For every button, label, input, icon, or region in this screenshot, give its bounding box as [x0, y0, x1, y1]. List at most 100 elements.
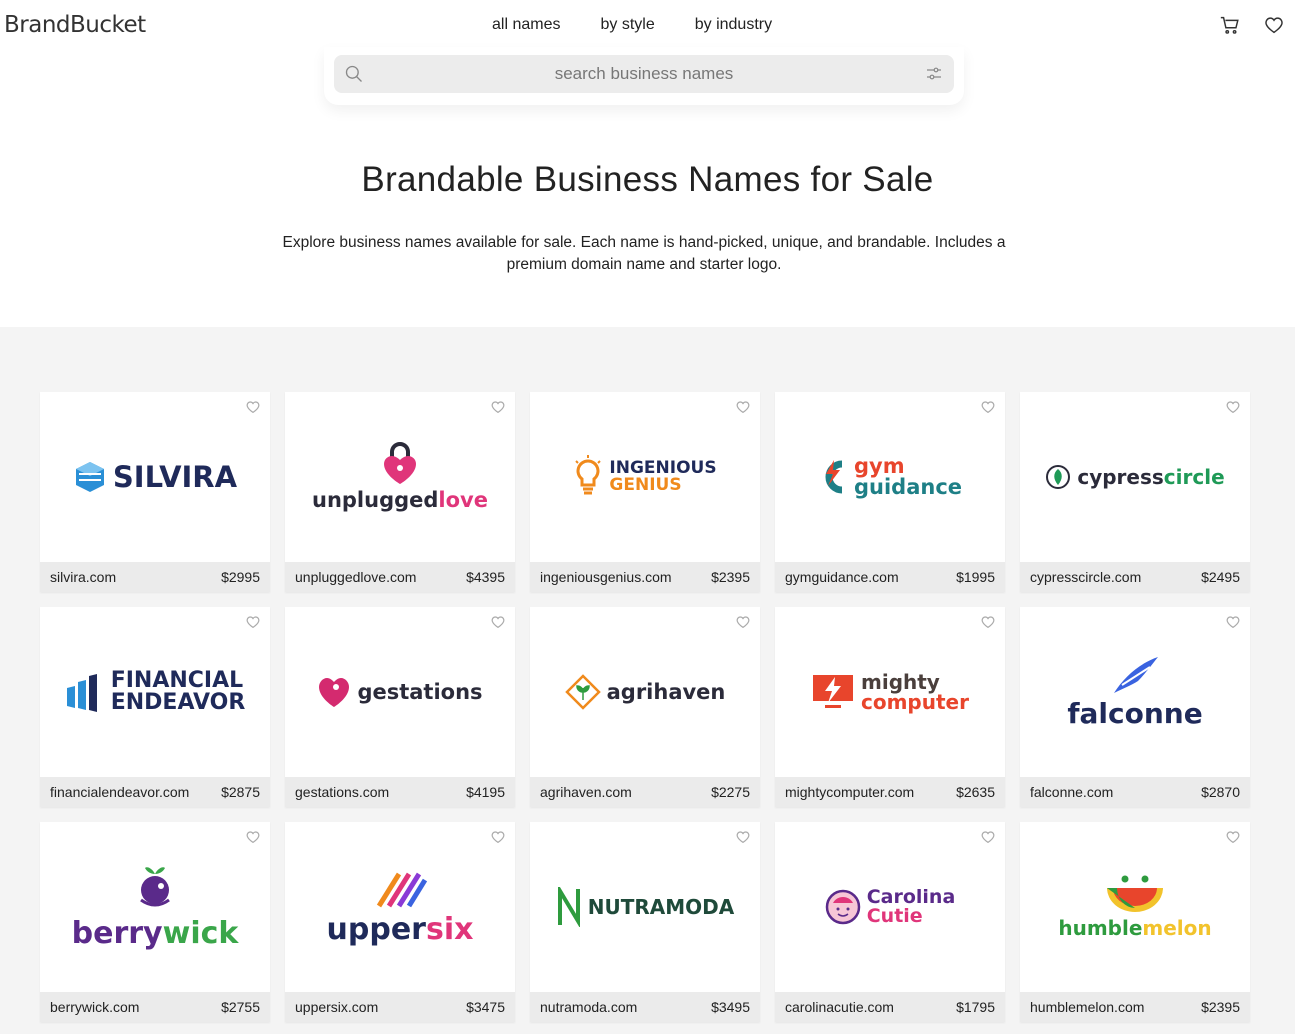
name-card[interactable]: INGENIOUS GENIUS ingeniousgenius.com $23… — [530, 392, 760, 592]
logo-text: gym — [853, 454, 905, 478]
name-card[interactable]: unpluggedlove unpluggedlove.com $4395 — [285, 392, 515, 592]
logo-area[interactable]: mighty computer — [775, 607, 1005, 777]
name-card[interactable]: NUTRAMODA nutramoda.com $3495 — [530, 822, 760, 1022]
starter-logo: falconne — [1067, 655, 1203, 730]
logo-text-2: guidance — [853, 475, 963, 499]
monitor-bolt-icon — [811, 673, 855, 711]
favorite-heart-icon[interactable] — [980, 614, 996, 630]
price: $4395 — [466, 569, 505, 585]
name-card[interactable]: SILVIRA silvira.com $2995 — [40, 392, 270, 592]
favorite-heart-icon[interactable] — [1225, 399, 1241, 415]
name-grid: SILVIRA silvira.com $2995 unpluggedlove … — [40, 392, 1250, 1022]
domain-name[interactable]: humblemelon.com — [1030, 999, 1144, 1015]
name-card[interactable]: uppersix uppersix.com $3475 — [285, 822, 515, 1022]
logo-area[interactable]: NUTRAMODA — [530, 822, 760, 992]
logo-area[interactable]: SILVIRA — [40, 392, 270, 562]
logo-area[interactable]: falconne — [1020, 607, 1250, 777]
logo-area[interactable]: cypresscircle — [1020, 392, 1250, 562]
favorite-heart-icon[interactable] — [735, 829, 751, 845]
nav-by-style[interactable]: by style — [600, 16, 654, 34]
favorite-heart-icon[interactable] — [735, 399, 751, 415]
domain-name[interactable]: cypresscircle.com — [1030, 569, 1141, 585]
logo-area[interactable]: humblemelon — [1020, 822, 1250, 992]
price: $2395 — [711, 569, 750, 585]
nav-all-names[interactable]: all names — [492, 16, 560, 34]
name-card[interactable]: gestations gestations.com $4195 — [285, 607, 515, 807]
heart-figure-icon — [317, 676, 351, 708]
logo-area[interactable]: INGENIOUS GENIUS — [530, 392, 760, 562]
domain-name[interactable]: ingeniousgenius.com — [540, 569, 672, 585]
name-card[interactable]: cypresscircle cypresscircle.com $2495 — [1020, 392, 1250, 592]
name-card[interactable]: humblemelon humblemelon.com $2395 — [1020, 822, 1250, 1022]
favorite-heart-icon[interactable] — [980, 829, 996, 845]
logo-text-2: love — [438, 488, 488, 512]
name-card[interactable]: mighty computer mightycomputer.com $2635 — [775, 607, 1005, 807]
logo-area[interactable]: Carolina Cutie — [775, 822, 1005, 992]
domain-name[interactable]: silvira.com — [50, 569, 116, 585]
name-card[interactable]: Carolina Cutie carolinacutie.com $1795 — [775, 822, 1005, 1022]
domain-name[interactable]: agrihaven.com — [540, 784, 632, 800]
starter-logo: SILVIRA — [73, 460, 237, 494]
favorite-heart-icon[interactable] — [490, 829, 506, 845]
name-card[interactable]: gym guidance gymguidance.com $1995 — [775, 392, 1005, 592]
brand-logo[interactable]: BrandBucket — [4, 12, 146, 38]
logo-text: upper — [326, 911, 426, 947]
favorite-heart-icon[interactable] — [490, 399, 506, 415]
logo-text-2: ENDEAVOR — [110, 690, 246, 715]
nav-by-industry[interactable]: by industry — [695, 16, 772, 34]
card-footer: unpluggedlove.com $4395 — [285, 562, 515, 592]
logo-area[interactable]: berrywick — [40, 822, 270, 992]
favorite-heart-icon[interactable] — [245, 399, 261, 415]
favorite-heart-icon[interactable] — [1225, 829, 1241, 845]
page-description: Explore business names available for sal… — [282, 234, 1006, 273]
search-input[interactable] — [334, 55, 954, 93]
domain-name[interactable]: financialendeavor.com — [50, 784, 189, 800]
name-card[interactable]: FINANCIAL ENDEAVOR financialendeavor.com… — [40, 607, 270, 807]
heart-lock-icon — [380, 442, 420, 486]
card-footer: silvira.com $2995 — [40, 562, 270, 592]
starter-logo: berrywick — [71, 864, 238, 951]
name-card[interactable]: falconne falconne.com $2870 — [1020, 607, 1250, 807]
logo-text: berry — [71, 915, 163, 951]
domain-name[interactable]: gestations.com — [295, 784, 389, 800]
logo-area[interactable]: FINANCIAL ENDEAVOR — [40, 607, 270, 777]
domain-name[interactable]: falconne.com — [1030, 784, 1113, 800]
favorite-heart-icon[interactable] — [490, 614, 506, 630]
favorite-heart-icon[interactable] — [245, 829, 261, 845]
domain-name[interactable]: nutramoda.com — [540, 999, 637, 1015]
logo-text: falconne — [1067, 696, 1203, 730]
domain-name[interactable]: mightycomputer.com — [785, 784, 914, 800]
price: $4195 — [466, 784, 505, 800]
domain-name[interactable]: berrywick.com — [50, 999, 139, 1015]
logo-area[interactable]: uppersix — [285, 822, 515, 992]
domain-name[interactable]: unpluggedlove.com — [295, 569, 416, 585]
cart-icon[interactable] — [1219, 14, 1241, 36]
logo-text: cypress — [1077, 465, 1164, 489]
logo-area[interactable]: gym guidance — [775, 392, 1005, 562]
favorite-heart-icon[interactable] — [980, 399, 996, 415]
logo-text: NUTRAMODA — [587, 895, 735, 919]
price: $2495 — [1201, 569, 1240, 585]
logo-text-2: GENIUS — [609, 475, 682, 495]
logo-area[interactable]: agrihaven — [530, 607, 760, 777]
starter-logo: Carolina Cutie — [825, 888, 955, 926]
favorite-heart-icon[interactable] — [735, 614, 751, 630]
logo-text-2: computer — [861, 690, 969, 714]
wing-icon — [1110, 655, 1160, 695]
starter-logo: agrihaven — [564, 674, 726, 710]
logo-area[interactable]: unpluggedlove — [285, 392, 515, 562]
domain-name[interactable]: uppersix.com — [295, 999, 378, 1015]
filter-icon[interactable] — [926, 66, 942, 82]
name-card[interactable]: agrihaven agrihaven.com $2275 — [530, 607, 760, 807]
face-icon — [825, 889, 861, 925]
favorite-heart-icon[interactable] — [1225, 614, 1241, 630]
logo-text: agrihaven — [606, 680, 726, 704]
name-card[interactable]: berrywick berrywick.com $2755 — [40, 822, 270, 1022]
domain-name[interactable]: gymguidance.com — [785, 569, 899, 585]
domain-name[interactable]: carolinacutie.com — [785, 999, 894, 1015]
logo-area[interactable]: gestations — [285, 607, 515, 777]
favorites-heart-icon[interactable] — [1263, 14, 1285, 36]
cube-icon — [73, 460, 107, 494]
starter-logo: humblemelon — [1058, 874, 1212, 940]
favorite-heart-icon[interactable] — [245, 614, 261, 630]
